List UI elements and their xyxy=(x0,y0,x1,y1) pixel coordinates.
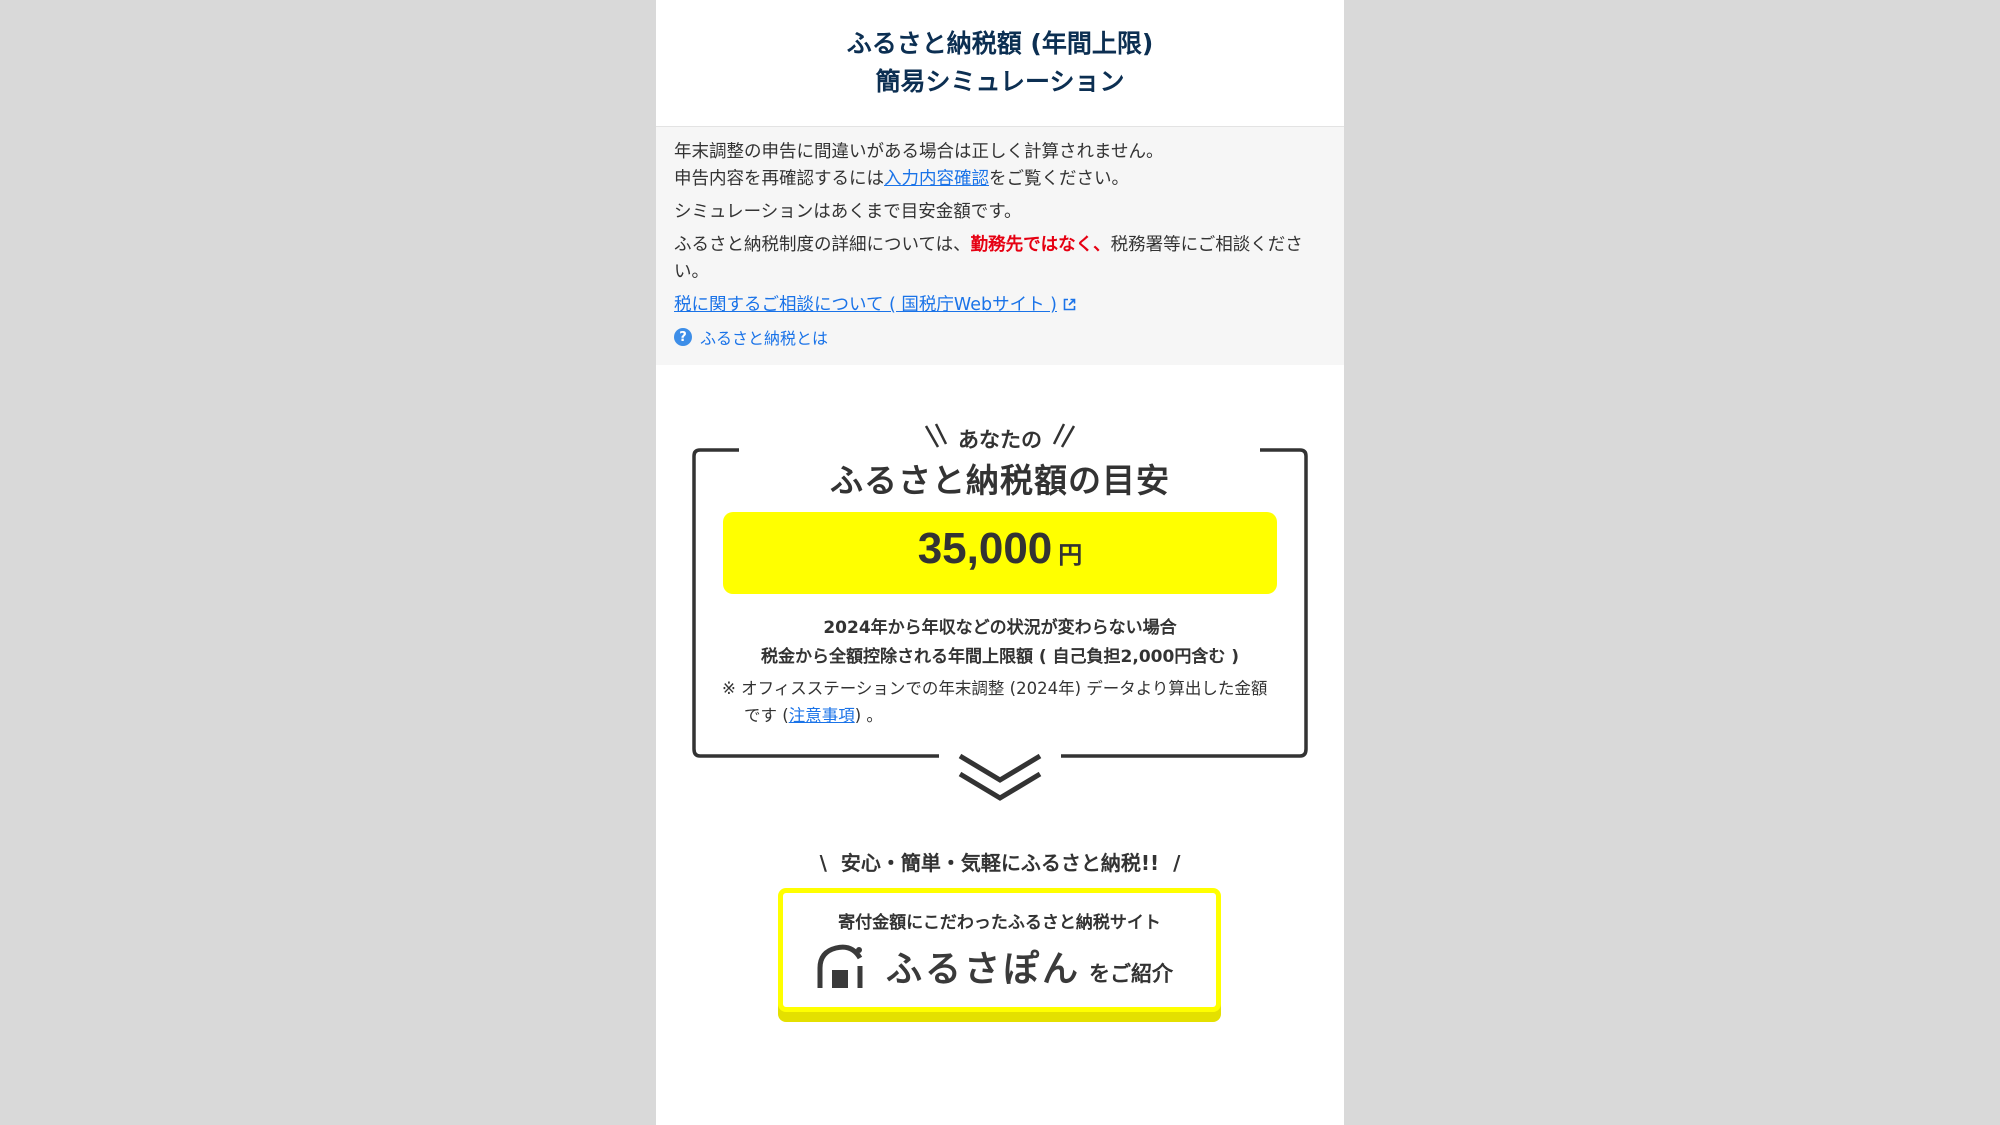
amount-box: 35,000 円 xyxy=(723,512,1277,594)
tax-consult-link-row: 税に関するご相談について ( 国税庁Webサイト ) xyxy=(674,292,1324,319)
notice-line-error-warning: 年末調整の申告に間違いがある場合は正しく計算されません。 xyxy=(674,142,1164,162)
furusato-help-row[interactable]: ? ふるさと納税とは xyxy=(674,325,1324,349)
chevron-down-icon xyxy=(958,753,1042,801)
note-line1: ※ オフィスステーションでの年末調整 (2024年) データより算出した金額 xyxy=(722,679,1268,698)
page-title-line2: 簡易シミュレーション xyxy=(875,67,1125,96)
external-link-icon[interactable] xyxy=(1063,298,1076,311)
note-line2: です (注意事項) 。 xyxy=(722,702,1282,729)
catch-slash-right: / xyxy=(1173,851,1181,875)
page-title-line1: ふるさと納税額 (年間上限) xyxy=(846,29,1154,58)
amount-condition: 2024年から年収などの状況が変わらない場合 税金から全額控除される年間上限額 … xyxy=(656,614,1344,672)
result-kicker: あなたの xyxy=(958,428,1042,452)
result-heading: ふるさと納税額の目安 xyxy=(830,461,1170,500)
consult-warning-text: 勤務先ではなく、 xyxy=(970,235,1111,255)
note-line2-suffix: ) 。 xyxy=(854,706,883,725)
furusapon-banner[interactable]: 寄付金額にこだわったふるさと納税サイト ふるさぽん をご紹介 xyxy=(778,888,1221,1022)
input-confirm-link[interactable]: 入力内容確認 xyxy=(884,169,989,189)
page-header: ふるさと納税額 (年間上限) 簡易シミュレーション xyxy=(656,0,1344,127)
caution-link[interactable]: 注意事項 xyxy=(789,706,855,725)
calc-note: ※ オフィスステーションでの年末調整 (2024年) データより算出した金額 で… xyxy=(722,675,1282,729)
question-icon: ? xyxy=(674,328,692,346)
tax-consult-link[interactable]: 税に関するご相談について ( 国税庁Webサイト ) xyxy=(674,295,1057,315)
amount-unit: 円 xyxy=(1058,541,1083,569)
amount-value: 35,000 xyxy=(917,524,1053,573)
condition-line2: 税金から全額控除される年間上限額 ( 自己負担2,000円含む ) xyxy=(760,647,1240,667)
catch-slash-left: \ xyxy=(819,851,827,875)
banner-suffix: をご紹介 xyxy=(1089,962,1174,986)
catch-text: 安心・簡単・気軽にふるさと納税!! xyxy=(840,851,1160,875)
condition-line1: 2024年から年収などの状況が変わらない場合 xyxy=(823,618,1177,638)
banner-subtitle: 寄付金額にこだわったふるさと納税サイト xyxy=(838,913,1161,933)
notice-section: 年末調整の申告に間違いがある場合は正しく計算されません。 申告内容を再確認するに… xyxy=(656,127,1344,365)
notice-line-recheck: 申告内容を再確認するには入力内容確認をご覧ください。 xyxy=(674,166,1324,193)
notice-line-estimate: シミュレーションはあくまで目安金額です。 xyxy=(674,202,1022,222)
note-line2-prefix: です ( xyxy=(744,706,789,725)
promo-catchphrase: \ 安心・簡単・気軽にふるさと納税!! / xyxy=(656,847,1344,876)
consult-prefix: ふるさと納税制度の詳細については、 xyxy=(674,235,971,255)
simulation-panel: ふるさと納税額 (年間上限) 簡易シミュレーション 年末調整の申告に間違いがある… xyxy=(656,0,1344,1125)
furusato-help-link[interactable]: ふるさと納税とは xyxy=(700,325,828,349)
notice-line-consult: ふるさと納税制度の詳細については、勤務先ではなく、税務署等にご相談ください。 xyxy=(674,232,1324,286)
furusapon-logo-icon xyxy=(817,944,863,988)
recheck-suffix: をご覧ください。 xyxy=(989,169,1129,189)
result-card: あなたの ふるさと納税額の目安 35,000 円 2024年から年収などの状況が… xyxy=(656,364,1344,844)
banner-brand-name: ふるさぽん xyxy=(886,949,1082,990)
banner-brand-row: ふるさぽん をご紹介 xyxy=(814,944,1173,992)
recheck-prefix: 申告内容を再確認するには xyxy=(674,169,884,189)
